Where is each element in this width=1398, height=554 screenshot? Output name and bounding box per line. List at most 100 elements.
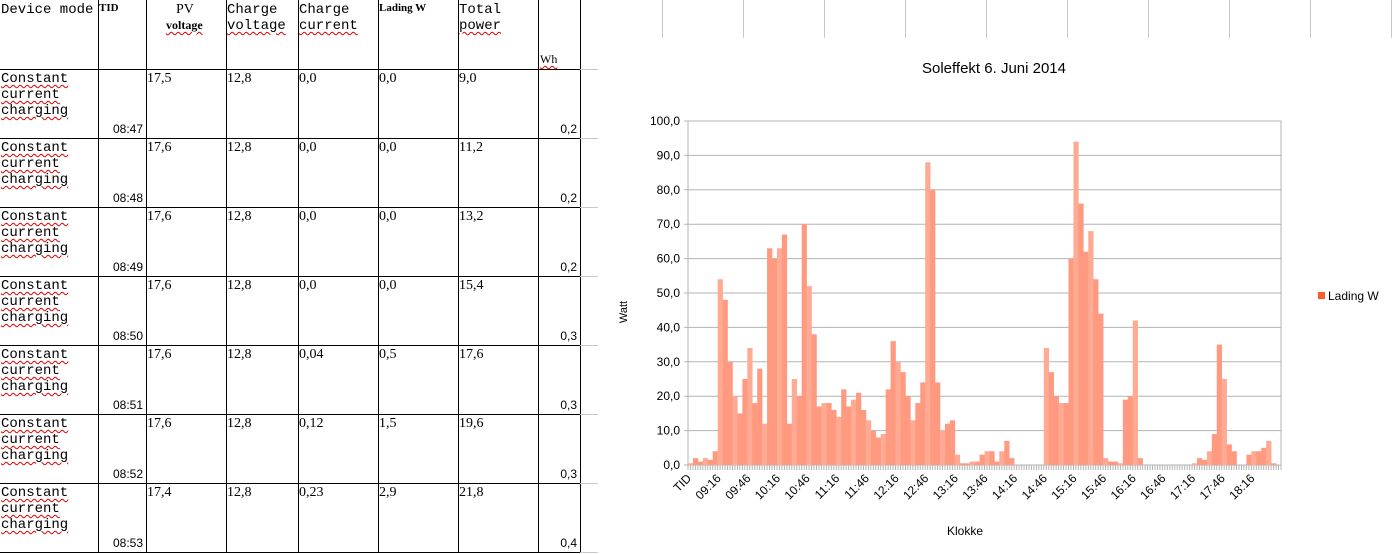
cell-device-mode[interactable]: Constant current charging — [0, 345, 99, 415]
area-segment — [865, 420, 872, 465]
cell-cv[interactable]: 12,8 — [226, 345, 299, 415]
cell-text: 0,5 — [379, 347, 397, 362]
area-segment — [781, 234, 788, 465]
cell-cc[interactable]: 0,04 — [298, 345, 379, 415]
cell-tid[interactable]: 08:47 — [98, 69, 147, 139]
sheet-row-line — [580, 276, 598, 277]
cell-cv[interactable]: 12,8 — [226, 69, 299, 139]
cell-wh[interactable]: 0,3 — [538, 276, 581, 346]
cell-pv[interactable]: 17,4 — [146, 483, 227, 553]
area-segment — [1137, 458, 1143, 465]
cell-tp[interactable]: 15,4 — [458, 276, 539, 346]
cell-device-mode[interactable]: Constant current charging — [0, 69, 99, 139]
cell-tid[interactable]: 08:48 — [98, 138, 147, 208]
cell-pv[interactable]: 17,6 — [146, 276, 227, 346]
cell-cv[interactable]: 12,8 — [226, 138, 299, 208]
cell-cc[interactable]: 0,0 — [298, 276, 379, 346]
cell-tid[interactable]: 08:49 — [98, 207, 147, 277]
cell-cc[interactable]: 0,12 — [298, 414, 379, 484]
cell-tid[interactable]: 08:51 — [98, 345, 147, 415]
cell-text: 0,3 — [560, 398, 577, 412]
cell-cc[interactable]: 0,0 — [298, 207, 379, 277]
cell-tp[interactable]: 13,2 — [458, 207, 539, 277]
cell-tp[interactable]: 19,6 — [458, 414, 539, 484]
area-segment — [1112, 461, 1119, 465]
cell-text: 0,0 — [299, 71, 317, 86]
cell-tp[interactable]: 17,6 — [458, 345, 539, 415]
cell-tid[interactable]: 08:52 — [98, 414, 147, 484]
cell-wh[interactable]: 0,3 — [538, 345, 581, 415]
cell-text: 12,8 — [227, 209, 252, 224]
cell-lw[interactable]: 1,5 — [378, 414, 459, 484]
header-label: Total — [459, 2, 502, 18]
cell-pv[interactable]: 17,6 — [146, 138, 227, 208]
area-segment — [1201, 459, 1208, 465]
cell-lw[interactable]: 0,0 — [378, 276, 459, 346]
area-segment — [875, 437, 882, 465]
cell-pv[interactable]: 17,5 — [146, 69, 227, 139]
cell-wh[interactable]: 0,3 — [538, 414, 581, 484]
area-segment — [1078, 203, 1084, 465]
cell-lw[interactable]: 2,9 — [378, 483, 459, 553]
area-segment — [767, 248, 773, 465]
cell-tp[interactable]: 9,0 — [458, 69, 539, 139]
header-wh[interactable]: Wh — [538, 0, 581, 70]
cell-text: 1,5 — [379, 416, 397, 431]
chart[interactable]: Soleffekt 6. Juni 2014 0,0 10,0 20,0 30,0 40… — [598, 0, 1398, 554]
area-segment — [1103, 458, 1109, 465]
header-pv-voltage[interactable]: PV voltage — [146, 0, 227, 70]
cell-lw[interactable]: 0,5 — [378, 345, 459, 415]
cell-wh[interactable]: 0,2 — [538, 207, 581, 277]
cell-pv[interactable]: 17,6 — [146, 207, 227, 277]
cell-cc[interactable]: 0,23 — [298, 483, 379, 553]
header-label: PV — [176, 2, 194, 17]
cell-cv[interactable]: 12,8 — [226, 483, 299, 553]
header-charge-voltage[interactable]: Charge voltage — [226, 0, 299, 70]
cell-device-mode[interactable]: Constant current charging — [0, 207, 99, 277]
cell-device-mode[interactable]: Constant current charging — [0, 483, 99, 553]
y-tick-label: 70,0 — [657, 217, 681, 231]
cell-cc[interactable]: 0,0 — [298, 69, 379, 139]
cell-tid[interactable]: 08:53 — [98, 483, 147, 553]
header-total-power[interactable]: Total power — [458, 0, 539, 70]
area-segment — [959, 463, 966, 465]
x-axis-label: Klokke — [947, 524, 983, 538]
header-charge-current[interactable]: Charge current — [298, 0, 379, 70]
header-lading-w[interactable]: Lading W — [378, 0, 459, 70]
cell-lw[interactable]: 0,0 — [378, 207, 459, 277]
cell-text: Constant — [1, 140, 69, 156]
cell-tid[interactable]: 08:50 — [98, 276, 147, 346]
area-segment — [954, 454, 961, 465]
cell-wh[interactable]: 0,2 — [538, 138, 581, 208]
header-device-mode[interactable]: Device mode — [0, 0, 99, 70]
header-tid[interactable]: TID — [98, 0, 147, 70]
cell-wh[interactable]: 0,2 — [538, 69, 581, 139]
cell-wh[interactable]: 0,4 — [538, 483, 581, 553]
cell-tp[interactable]: 21,8 — [458, 483, 539, 553]
cell-lw[interactable]: 0,0 — [378, 69, 459, 139]
cell-text: charging — [1, 379, 69, 395]
cell-cv[interactable]: 12,8 — [226, 207, 299, 277]
y-tick-label: 90,0 — [657, 148, 681, 162]
area-segment — [772, 258, 778, 465]
area-segment — [940, 430, 946, 465]
cell-device-mode[interactable]: Constant current charging — [0, 414, 99, 484]
cell-device-mode[interactable]: Constant current charging — [0, 276, 99, 346]
sheet-row-line — [580, 138, 598, 139]
cell-text: 0,0 — [379, 71, 397, 86]
header-label: Device mode — [1, 2, 94, 18]
cell-text: Constant — [1, 416, 69, 432]
cell-cv[interactable]: 12,8 — [226, 276, 299, 346]
area-segment — [762, 423, 768, 465]
cell-text: 17,6 — [147, 209, 172, 224]
area-segment — [964, 463, 970, 465]
cell-lw[interactable]: 0,0 — [378, 138, 459, 208]
cell-device-mode[interactable]: Constant current charging — [0, 138, 99, 208]
cell-cc[interactable]: 0,0 — [298, 138, 379, 208]
cell-pv[interactable]: 17,6 — [146, 414, 227, 484]
cell-pv[interactable]: 17,6 — [146, 345, 227, 415]
sheet-row-line — [580, 414, 598, 415]
cell-tp[interactable]: 11,2 — [458, 138, 539, 208]
cell-cv[interactable]: 12,8 — [226, 414, 299, 484]
cell-text: 17,6 — [147, 416, 172, 431]
